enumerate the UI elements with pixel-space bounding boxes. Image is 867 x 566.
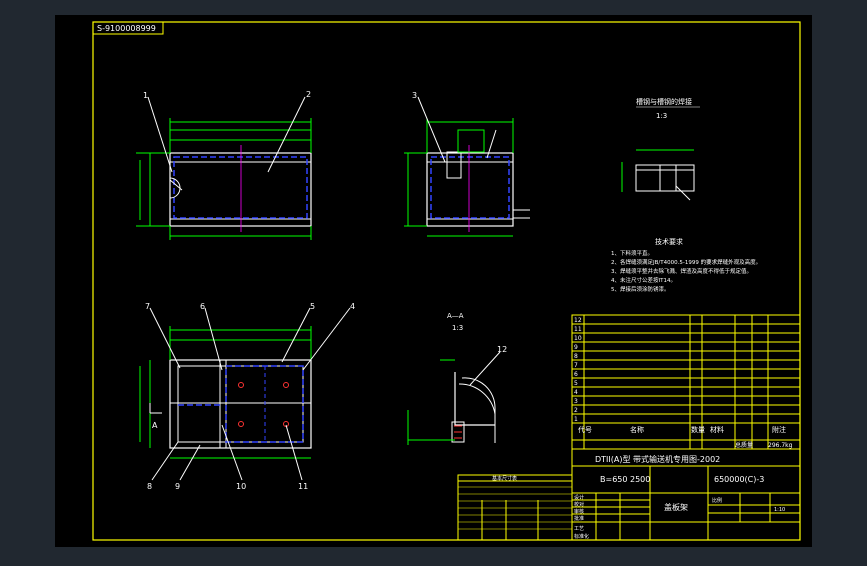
callout-2: 2 <box>306 90 311 99</box>
section-label: A—A <box>447 312 464 320</box>
tech-req-item: 3、焊缝须平整并去除飞溅、焊渣及高度不得低于规定值。 <box>611 267 752 275</box>
callout-8: 8 <box>147 482 152 491</box>
bom-row-number: 7 <box>574 362 578 369</box>
callout-6: 6 <box>200 302 205 311</box>
bom-row-number: 2 <box>574 407 578 414</box>
drawing-number: 650000(C)-3 <box>714 475 764 484</box>
part-name: 盖板架 <box>664 502 688 512</box>
tech-req-item: 4、未注尺寸公差按IT14。 <box>611 276 676 284</box>
callout-10: 10 <box>236 482 246 491</box>
callout-5: 5 <box>310 302 315 311</box>
bom-row-number: 8 <box>574 353 578 360</box>
total-weight-label: 总质量 <box>735 441 753 449</box>
sheet-scale: 1:10 <box>774 507 785 513</box>
dim-table-title: 基本尺寸表 <box>492 475 517 482</box>
bom-row-number: 4 <box>574 389 578 396</box>
tech-req-title: 技术要求 <box>655 237 683 246</box>
ref-number: S-9100008999 <box>97 24 156 33</box>
bom-row-number: 3 <box>574 398 578 405</box>
approval: 工艺 <box>574 526 584 532</box>
spec: B=650 2500 <box>600 475 650 484</box>
tech-req-item: 1、下料须平直。 <box>611 249 653 257</box>
bom-row-number: 10 <box>574 335 582 342</box>
callout-3: 3 <box>412 91 417 100</box>
detail-scale: 1:3 <box>656 112 667 120</box>
bom-header-qty: 数量 <box>691 425 705 434</box>
section-mark-a: A <box>152 421 158 430</box>
bom-row-number: 6 <box>574 371 578 378</box>
approval: 审核 <box>574 508 584 515</box>
section-scale: 1:3 <box>452 324 463 332</box>
callout-4: 4 <box>350 302 355 311</box>
bom-row-number: 1 <box>574 416 578 423</box>
bom-header-material: 材料 <box>710 425 724 434</box>
bom-row-number: 12 <box>574 317 582 324</box>
approval: 设计 <box>574 494 584 501</box>
approval: 批准 <box>574 515 584 522</box>
series-title: DTII(A)型 带式输送机专用图-2002 <box>595 454 720 464</box>
bom-row-number: 9 <box>574 344 578 351</box>
drawing-sheet <box>55 15 812 547</box>
bom-row-number: 5 <box>574 380 578 387</box>
detail-title: 槽钢与槽钢的焊接 <box>636 97 692 106</box>
callout-7: 7 <box>145 302 150 311</box>
approval: 标准化 <box>574 533 589 540</box>
callout-11: 11 <box>298 482 308 491</box>
total-weight: 296.7kg <box>768 442 793 449</box>
cad-viewer: S-9100008999 1 2 3 槽钢与槽钢的焊接 1:3 技术要求 1、下… <box>0 0 867 562</box>
cad-drawing: S-9100008999 1 2 3 槽钢与槽钢的焊接 1:3 技术要求 1、下… <box>55 15 812 547</box>
scale-label: 比例 <box>712 497 722 504</box>
callout-12: 12 <box>497 345 507 354</box>
approval: 校对 <box>574 501 584 508</box>
bom-header-note: 附注 <box>772 425 786 434</box>
bom-header-name: 名称 <box>630 425 644 434</box>
callout-1: 1 <box>143 91 148 100</box>
tech-req-item: 5、焊接后须涂防锈漆。 <box>611 285 670 293</box>
bom-header-no: 代号 <box>578 425 592 434</box>
bom-row-number: 11 <box>574 326 582 333</box>
tech-req-item: 2、各焊缝须满足JB/T4000.5-1999 的要求焊缝外观及高度。 <box>611 258 761 266</box>
callout-9: 9 <box>175 482 180 491</box>
